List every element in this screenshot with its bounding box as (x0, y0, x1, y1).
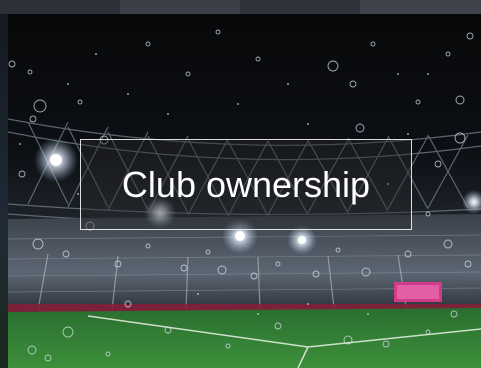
club-ownership-tile[interactable]: Club ownership (0, 0, 481, 368)
top-strip (0, 0, 481, 14)
left-rail (0, 14, 8, 368)
caption-title: Club ownership (121, 163, 371, 205)
caption-box[interactable]: Club ownership (80, 139, 412, 230)
